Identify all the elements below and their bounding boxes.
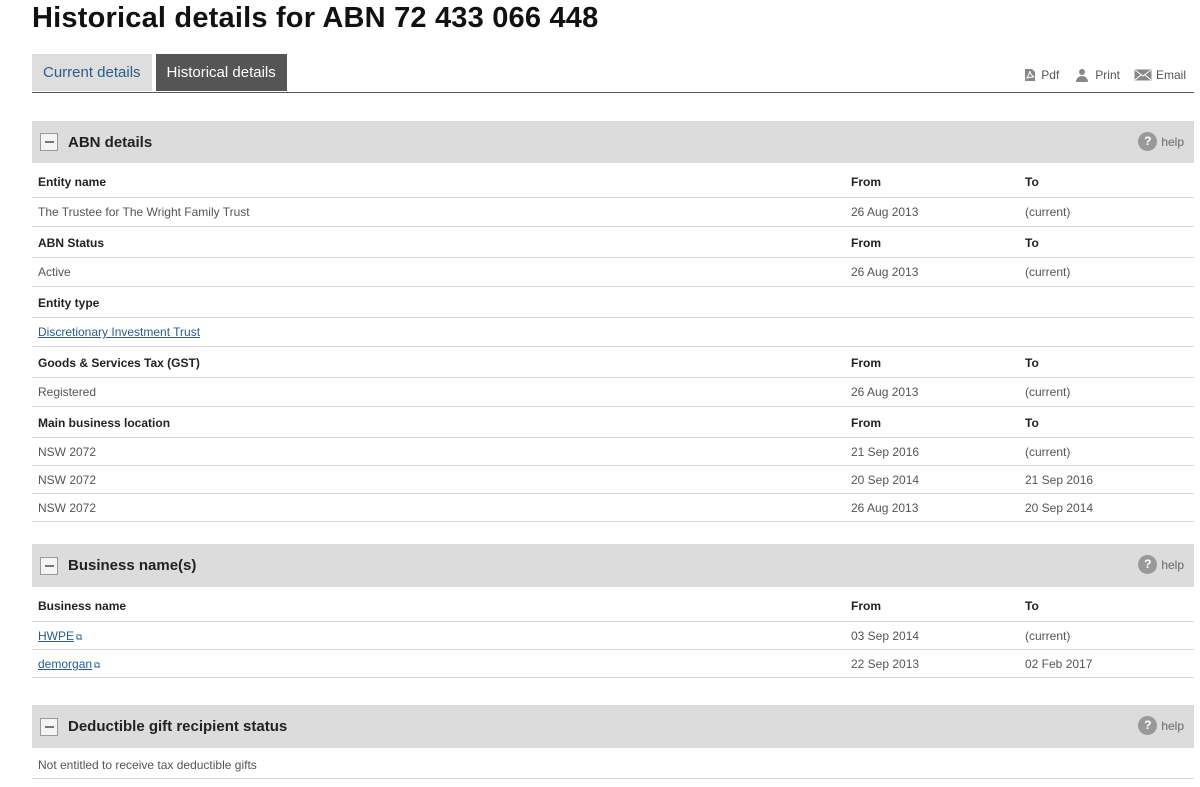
table-row: The Trustee for The Wright Family Trust … bbox=[32, 198, 1194, 227]
table-row: NSW 2072 26 Aug 2013 20 Sep 2014 bbox=[32, 494, 1194, 522]
minus-icon bbox=[44, 725, 54, 728]
entity-type-header: Entity type bbox=[38, 296, 100, 310]
tab-historical-details[interactable]: Historical details bbox=[155, 54, 287, 91]
print-label: Print bbox=[1095, 68, 1120, 82]
table-header-row: ABN Status From To bbox=[32, 227, 1194, 258]
from-value: 26 Aug 2013 bbox=[851, 205, 919, 219]
table-header-row: Goods & Services Tax (GST) From To bbox=[32, 347, 1194, 378]
minus-icon bbox=[44, 564, 54, 567]
entity-type-link[interactable]: Discretionary Investment Trust bbox=[38, 325, 200, 339]
business-name-link[interactable]: HWPE bbox=[38, 629, 74, 643]
location-value: NSW 2072 bbox=[38, 473, 97, 487]
table-row: demorgan ⧉ 22 Sep 2013 02 Feb 2017 bbox=[32, 650, 1194, 678]
help-label: help bbox=[1161, 134, 1184, 149]
to-value: (current) bbox=[1025, 205, 1071, 219]
abn-details-section: ABN details ? help Entity name From To T… bbox=[32, 121, 1194, 522]
section-title: Business name(s) bbox=[68, 557, 197, 574]
dgr-value: Not entitled to receive tax deductible g… bbox=[38, 758, 257, 772]
table-header-row: Entity name From To bbox=[32, 163, 1194, 198]
tab-current-details[interactable]: Current details bbox=[32, 54, 152, 91]
to-value: 21 Sep 2016 bbox=[1025, 473, 1094, 487]
table-header-row: Business name From To bbox=[32, 587, 1194, 622]
table-row: Registered 26 Aug 2013 (current) bbox=[32, 378, 1194, 407]
business-name-header: Business name bbox=[38, 599, 127, 613]
to-header: To bbox=[1025, 356, 1039, 370]
tab-divider bbox=[32, 92, 1194, 93]
abn-details-header: ABN details ? help bbox=[32, 121, 1194, 163]
location-value: NSW 2072 bbox=[38, 445, 97, 459]
business-names-section: Business name(s) ? help Business name Fr… bbox=[32, 544, 1194, 678]
help-label: help bbox=[1161, 557, 1184, 572]
gst-header: Goods & Services Tax (GST) bbox=[38, 356, 200, 370]
external-link-icon: ⧉ bbox=[76, 632, 83, 642]
from-value: 26 Aug 2013 bbox=[851, 385, 919, 399]
pdf-label: Pdf bbox=[1041, 68, 1060, 82]
table-row: HWPE ⧉ 03 Sep 2014 (current) bbox=[32, 622, 1194, 650]
table-header-row: Entity type bbox=[32, 287, 1194, 318]
to-value: 02 Feb 2017 bbox=[1025, 657, 1093, 671]
business-names-header: Business name(s) ? help bbox=[32, 544, 1194, 587]
to-value: (current) bbox=[1025, 385, 1071, 399]
entity-name-header: Entity name bbox=[38, 175, 107, 189]
help-link[interactable]: ? help bbox=[1138, 716, 1184, 735]
collapse-toggle[interactable] bbox=[40, 133, 58, 151]
entity-name-value: The Trustee for The Wright Family Trust bbox=[38, 205, 250, 219]
to-value: (current) bbox=[1025, 265, 1071, 279]
to-header: To bbox=[1025, 599, 1039, 613]
help-label: help bbox=[1161, 718, 1184, 733]
table-header-row: Main business location From To bbox=[32, 407, 1194, 438]
email-button[interactable]: Email bbox=[1134, 68, 1186, 82]
location-header: Main business location bbox=[38, 416, 171, 430]
from-value: 03 Sep 2014 bbox=[851, 629, 920, 643]
print-icon bbox=[1076, 69, 1089, 82]
to-header: To bbox=[1025, 416, 1039, 430]
table-row: NSW 2072 21 Sep 2016 (current) bbox=[32, 438, 1194, 466]
from-header: From bbox=[851, 356, 881, 370]
table-row: Active 26 Aug 2013 (current) bbox=[32, 258, 1194, 287]
to-header: To bbox=[1025, 236, 1039, 250]
collapse-toggle[interactable] bbox=[40, 717, 58, 736]
tab-bar: Current details Historical details bbox=[32, 54, 291, 91]
email-icon bbox=[1134, 69, 1152, 81]
abn-status-value: Active bbox=[38, 265, 71, 279]
help-icon: ? bbox=[1138, 555, 1158, 574]
print-button[interactable]: Print bbox=[1073, 68, 1120, 82]
from-value: 26 Aug 2013 bbox=[851, 501, 919, 515]
from-header: From bbox=[851, 175, 881, 189]
collapse-toggle[interactable] bbox=[40, 556, 58, 575]
dgr-header: Deductible gift recipient status ? help bbox=[32, 705, 1194, 748]
from-value: 22 Sep 2013 bbox=[851, 657, 920, 671]
table-row: NSW 2072 20 Sep 2014 21 Sep 2016 bbox=[32, 466, 1194, 494]
gst-value: Registered bbox=[38, 385, 97, 399]
pdf-icon bbox=[1025, 69, 1036, 81]
pdf-button[interactable]: Pdf bbox=[1023, 68, 1059, 82]
email-label: Email bbox=[1155, 68, 1186, 82]
to-value: (current) bbox=[1025, 445, 1071, 459]
help-link[interactable]: ? help bbox=[1138, 132, 1184, 151]
from-header: From bbox=[851, 599, 881, 613]
abn-status-header: ABN Status bbox=[38, 236, 105, 250]
to-value: (current) bbox=[1025, 629, 1071, 643]
from-value: 20 Sep 2014 bbox=[851, 473, 920, 487]
minus-icon bbox=[44, 141, 54, 143]
to-value: 20 Sep 2014 bbox=[1025, 501, 1094, 515]
help-link[interactable]: ? help bbox=[1138, 555, 1184, 574]
dgr-section: Deductible gift recipient status ? help … bbox=[32, 705, 1194, 779]
help-icon: ? bbox=[1138, 132, 1158, 151]
toolbar: Pdf Print Email bbox=[1009, 68, 1186, 82]
table-row: Not entitled to receive tax deductible g… bbox=[32, 748, 1194, 779]
from-value: 21 Sep 2016 bbox=[851, 445, 920, 459]
external-link-icon: ⧉ bbox=[94, 660, 101, 670]
to-header: To bbox=[1025, 175, 1039, 189]
page-title: Historical details for ABN 72 433 066 44… bbox=[32, 2, 599, 34]
from-value: 26 Aug 2013 bbox=[851, 265, 919, 279]
location-value: NSW 2072 bbox=[38, 501, 97, 515]
from-header: From bbox=[851, 416, 881, 430]
table-row: Discretionary Investment Trust bbox=[32, 318, 1194, 347]
section-title: Deductible gift recipient status bbox=[68, 718, 288, 735]
section-title: ABN details bbox=[68, 133, 153, 151]
business-name-link[interactable]: demorgan bbox=[38, 657, 92, 671]
from-header: From bbox=[851, 236, 881, 250]
help-icon: ? bbox=[1138, 716, 1158, 735]
